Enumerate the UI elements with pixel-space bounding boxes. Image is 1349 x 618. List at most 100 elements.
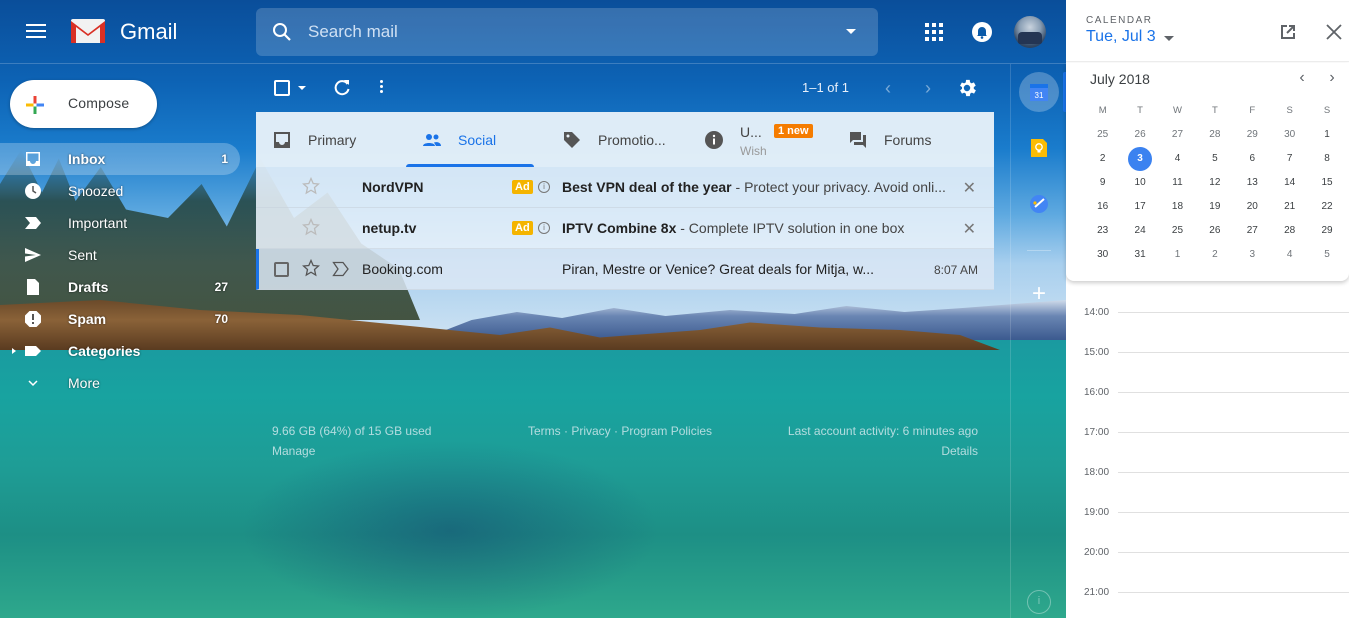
calendar-day[interactable]: 20 (1234, 195, 1271, 219)
email-row-ad[interactable]: netup.tv Ad i IPTV Combine 8x - Complete… (256, 208, 994, 249)
calendar-day[interactable]: 12 (1196, 171, 1233, 195)
terms-link[interactable]: Terms (528, 424, 561, 438)
get-addons-button[interactable]: + (1019, 274, 1059, 314)
next-month-button[interactable]: › (1322, 69, 1342, 89)
calendar-day[interactable]: 30 (1084, 243, 1121, 267)
calendar-day[interactable]: 26 (1196, 219, 1233, 243)
adjacent-month-day[interactable]: 30 (1271, 123, 1308, 147)
gmail-logo-icon[interactable] (70, 17, 106, 45)
adjacent-month-day[interactable]: 27 (1159, 123, 1196, 147)
adjacent-month-day[interactable]: 26 (1121, 123, 1158, 147)
calendar-day[interactable]: 4 (1159, 147, 1196, 171)
info-icon[interactable]: i (1027, 590, 1051, 614)
refresh-icon[interactable] (332, 78, 352, 98)
sidebar-item-important[interactable]: Important (0, 207, 240, 239)
calendar-day[interactable]: 29 (1308, 219, 1345, 243)
adjacent-month-day[interactable]: 5 (1308, 243, 1345, 267)
previous-month-button[interactable]: ‹ (1292, 69, 1312, 89)
calendar-day[interactable]: 8 (1308, 147, 1345, 171)
search-input[interactable] (308, 16, 828, 48)
calendar-day[interactable]: 24 (1121, 219, 1158, 243)
activity-details-link[interactable]: Details (941, 444, 978, 458)
select-options-dropdown-icon[interactable] (298, 86, 306, 90)
calendar-day[interactable]: 2 (1084, 147, 1121, 171)
calendar-day[interactable]: 15 (1308, 171, 1345, 195)
adjacent-month-day[interactable]: 4 (1271, 243, 1308, 267)
hour-slot[interactable]: 17:00 (1066, 420, 1349, 460)
hour-slot[interactable]: 14:00 (1066, 300, 1349, 340)
open-in-new-tab-icon[interactable] (1278, 22, 1298, 42)
settings-gear-icon[interactable] (956, 77, 978, 99)
hour-slot[interactable]: 15:00 (1066, 340, 1349, 380)
calendar-day-today[interactable]: 3 (1121, 147, 1158, 171)
tab-social[interactable]: Social (406, 112, 534, 167)
main-menu-button[interactable] (24, 20, 48, 44)
newer-page-button[interactable]: › (918, 78, 938, 98)
adjacent-month-day[interactable]: 29 (1234, 123, 1271, 147)
hour-slot[interactable]: 16:00 (1066, 380, 1349, 420)
sidebar-item-categories[interactable]: Categories (0, 335, 240, 367)
chevron-down-icon[interactable] (1164, 36, 1174, 41)
calendar-day[interactable]: 14 (1271, 171, 1308, 195)
calendar-addon-button[interactable]: 31 (1019, 72, 1059, 112)
program-policies-link[interactable]: Program Policies (621, 424, 712, 438)
older-page-button[interactable]: ‹ (878, 78, 898, 98)
sidebar-item-drafts[interactable]: Drafts 27 (0, 271, 240, 303)
important-marker-icon[interactable] (332, 261, 350, 277)
calendar-day[interactable]: 10 (1121, 171, 1158, 195)
ad-info-icon[interactable]: i (538, 222, 550, 234)
sidebar-item-snoozed[interactable]: Snoozed (0, 175, 240, 207)
select-all-checkbox[interactable] (274, 80, 290, 96)
adjacent-month-day[interactable]: 28 (1196, 123, 1233, 147)
account-avatar[interactable] (1014, 16, 1046, 48)
calendar-day[interactable]: 6 (1234, 147, 1271, 171)
adjacent-month-day[interactable]: 3 (1234, 243, 1271, 267)
calendar-day[interactable]: 27 (1234, 219, 1271, 243)
email-row-ad[interactable]: NordVPN Ad i Best VPN deal of the year -… (256, 167, 994, 208)
search-icon[interactable] (270, 20, 294, 44)
expand-arrow-icon[interactable] (12, 348, 16, 354)
privacy-link[interactable]: Privacy (571, 424, 610, 438)
calendar-day[interactable]: 28 (1271, 219, 1308, 243)
sidebar-item-inbox[interactable]: Inbox 1 (0, 143, 240, 175)
star-icon[interactable] (302, 259, 320, 277)
hour-slot[interactable]: 21:00 (1066, 580, 1349, 618)
calendar-day[interactable]: 23 (1084, 219, 1121, 243)
email-row[interactable]: Booking.com Piran, Mestre or Venice? Gre… (256, 249, 994, 290)
manage-storage-link[interactable]: Manage (272, 444, 315, 458)
selected-date-dropdown[interactable]: Tue, Jul 3 (1086, 28, 1156, 46)
more-options-icon[interactable] (376, 78, 386, 98)
sidebar-item-more[interactable]: More (0, 367, 240, 399)
close-icon[interactable] (1324, 22, 1344, 42)
adjacent-month-day[interactable]: 1 (1159, 243, 1196, 267)
calendar-day[interactable]: 5 (1196, 147, 1233, 171)
tab-primary[interactable]: Primary (256, 112, 406, 167)
tab-updates[interactable]: U... Wish (688, 112, 828, 167)
adjacent-month-day[interactable]: 25 (1084, 123, 1121, 147)
calendar-day[interactable]: 9 (1084, 171, 1121, 195)
hour-slot[interactable]: 20:00 (1066, 540, 1349, 580)
hour-slot[interactable]: 18:00 (1066, 460, 1349, 500)
calendar-day[interactable]: 16 (1084, 195, 1121, 219)
calendar-day[interactable]: 7 (1271, 147, 1308, 171)
sidebar-item-sent[interactable]: Sent (0, 239, 240, 271)
compose-button[interactable]: Compose (10, 80, 157, 128)
star-icon[interactable] (302, 177, 320, 195)
hour-slot[interactable]: 19:00 (1066, 500, 1349, 540)
sidebar-item-spam[interactable]: Spam 70 (0, 303, 240, 335)
tab-forums[interactable]: Forums (832, 112, 982, 167)
tasks-addon-button[interactable] (1019, 184, 1059, 224)
calendar-day[interactable]: 31 (1121, 243, 1158, 267)
email-select-checkbox[interactable] (274, 262, 289, 277)
calendar-day[interactable]: 21 (1271, 195, 1308, 219)
dismiss-ad-button[interactable]: ✕ (963, 219, 976, 239)
calendar-day[interactable]: 25 (1159, 219, 1196, 243)
search-options-dropdown-icon[interactable] (846, 29, 856, 34)
google-apps-button[interactable] (922, 20, 946, 44)
calendar-day[interactable]: 19 (1196, 195, 1233, 219)
ad-info-icon[interactable]: i (538, 181, 550, 193)
calendar-day[interactable]: 18 (1159, 195, 1196, 219)
calendar-day[interactable]: 13 (1234, 171, 1271, 195)
dismiss-ad-button[interactable]: ✕ (963, 178, 976, 198)
star-icon[interactable] (302, 218, 320, 236)
